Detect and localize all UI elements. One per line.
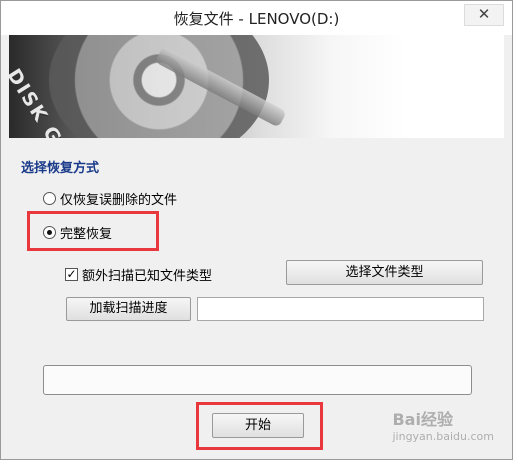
title-bar[interactable]: 恢复文件 - LENOVO(D:) ✕	[1, 1, 512, 35]
radio-deleted-only-label: 仅恢复误删除的文件	[60, 193, 178, 208]
watermark-subtext: jingyan.baidu.com	[392, 430, 494, 443]
radio-full-recovery-label: 完整恢复	[60, 227, 113, 242]
radio-full-recovery-indicator[interactable]	[43, 226, 56, 239]
select-file-types-button[interactable]: 选择文件类型	[286, 260, 483, 285]
radio-deleted-only-indicator[interactable]	[43, 192, 56, 205]
close-button[interactable]: ✕	[464, 4, 504, 26]
baidu-jingyan-watermark: Bai经验 jingyan.baidu.com	[392, 406, 494, 443]
disk-genius-banner: DISK GENIUS	[9, 35, 504, 138]
start-button[interactable]: 开始	[212, 413, 304, 438]
recover-files-dialog: 恢复文件 - LENOVO(D:) ✕ DISK GENIUS 选择恢复方式 仅…	[0, 0, 513, 460]
checkmark-icon: ✓	[66, 267, 77, 281]
progress-bar	[43, 365, 472, 395]
load-scan-progress-button[interactable]: 加载扫描进度	[66, 297, 191, 321]
extra-scan-label: 额外扫描已知文件类型	[82, 269, 213, 284]
radio-deleted-only[interactable]: 仅恢复误删除的文件	[43, 189, 177, 208]
extra-scan-checkbox[interactable]: ✓	[65, 268, 78, 281]
scan-progress-path-field[interactable]	[197, 297, 484, 321]
close-icon: ✕	[477, 5, 491, 23]
extra-scan-checkbox-row[interactable]: ✓ 额外扫描已知文件类型	[65, 265, 212, 284]
radio-full-recovery[interactable]: 完整恢复	[43, 223, 112, 242]
recovery-mode-title: 选择恢复方式	[21, 161, 100, 176]
window-title: 恢复文件 - LENOVO(D:)	[173, 10, 340, 28]
watermark-text: Bai经验	[392, 410, 453, 429]
